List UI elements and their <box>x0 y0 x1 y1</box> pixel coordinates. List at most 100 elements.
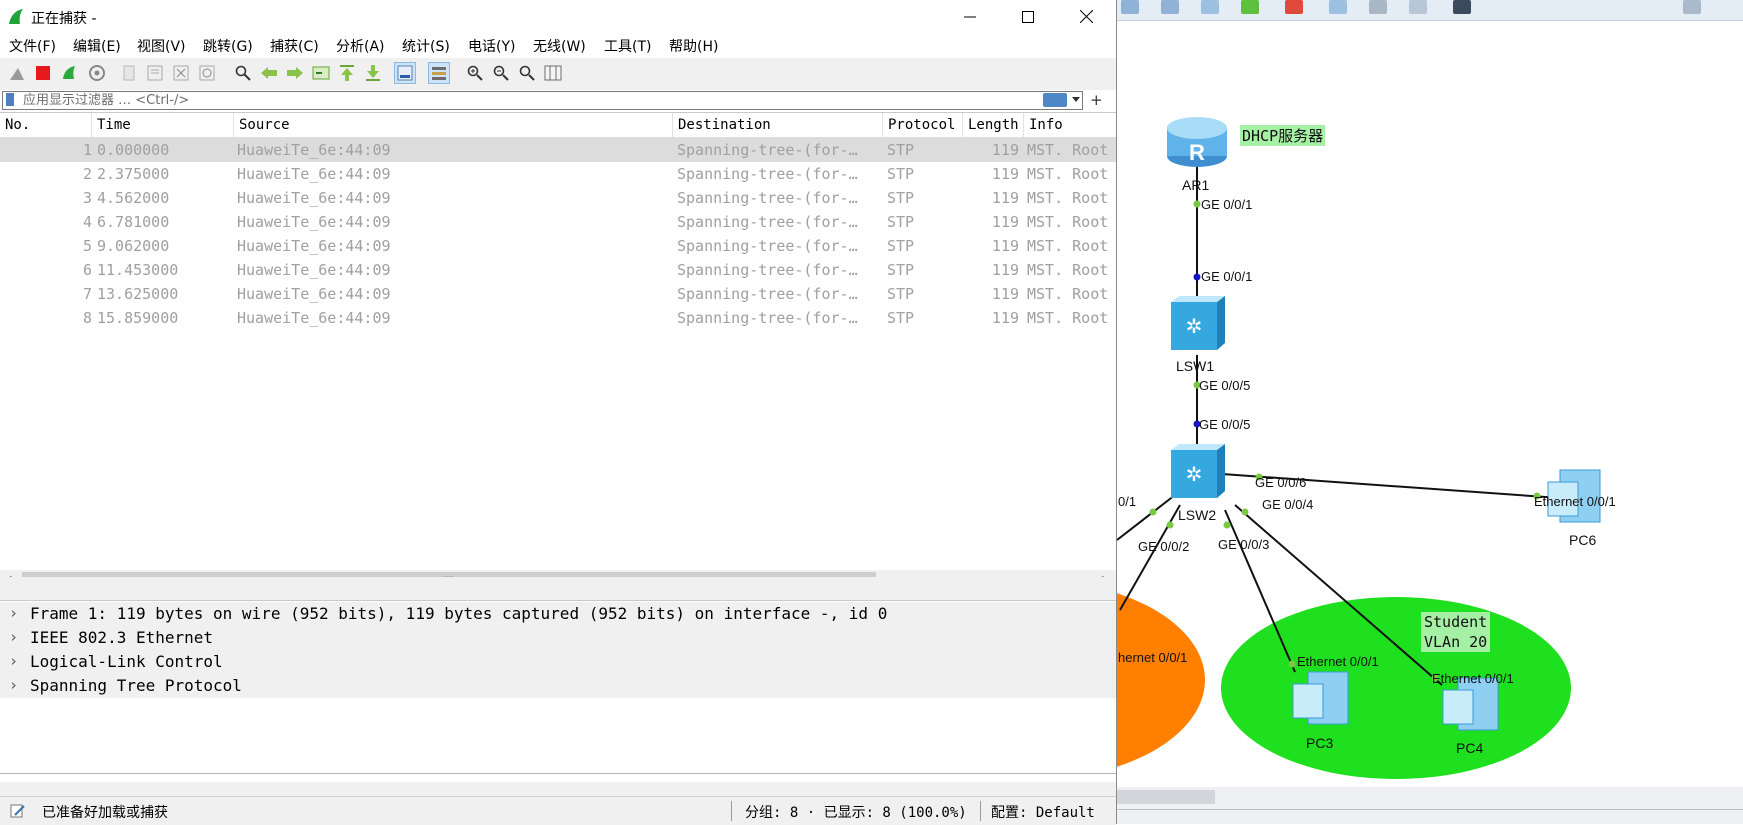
packet-row[interactable]: 4 6.781000 HuaweiTe_6e:44:09 Spanning-tr… <box>0 210 1116 234</box>
capture-options-icon[interactable] <box>86 62 108 84</box>
profile-text[interactable]: 配置: Default <box>991 802 1095 822</box>
menu-tools[interactable]: 工具(T) <box>604 36 651 56</box>
go-back-icon[interactable] <box>258 62 280 84</box>
packet-bytes-pane <box>0 773 1116 797</box>
menu-statistics[interactable]: 统计(S) <box>402 36 450 56</box>
menu-go[interactable]: 跳转(G) <box>203 36 253 56</box>
port-label: GE 0/0/6 <box>1255 475 1307 490</box>
detail-tree-item[interactable]: › Frame 1: 119 bytes on wire (952 bits),… <box>0 602 1116 626</box>
zoom-normal-icon[interactable] <box>516 62 538 84</box>
scroll-grip[interactable] <box>443 576 454 577</box>
shark-fin-icon[interactable] <box>6 62 28 84</box>
packet-list: No. Time Source Destination Protocol Len… <box>0 113 1116 577</box>
close-file-icon[interactable] <box>170 62 192 84</box>
minimize-button[interactable] <box>941 0 999 33</box>
autoscroll-icon[interactable] <box>394 62 416 84</box>
cell-length: 119 <box>991 165 1019 183</box>
packet-row[interactable]: 7 13.625000 HuaweiTe_6e:44:09 Spanning-t… <box>0 282 1116 306</box>
packet-list-horizontal-scrollbar[interactable]: ‹ › <box>0 570 1116 577</box>
cell-info: MST. Root <box>1027 285 1109 303</box>
column-header-no[interactable]: No. <box>0 113 92 137</box>
cell-destination: Spanning-tree-(for-… <box>677 309 858 327</box>
switch-lsw2-icon[interactable]: ✲ <box>1171 444 1225 498</box>
switch-lsw1-icon[interactable]: ✲ <box>1171 296 1225 350</box>
find-packet-icon[interactable] <box>232 62 254 84</box>
detail-tree-item[interactable]: › Spanning Tree Protocol <box>0 674 1116 698</box>
packet-row[interactable]: 2 2.375000 HuaweiTe_6e:44:09 Spanning-tr… <box>0 162 1116 186</box>
packet-row[interactable]: 6 11.453000 HuaweiTe_6e:44:09 Spanning-t… <box>0 258 1116 282</box>
cell-time: 4.562000 <box>97 189 170 207</box>
scroll-thumb[interactable] <box>1117 790 1215 804</box>
menu-file[interactable]: 文件(F) <box>9 36 56 56</box>
go-to-packet-icon[interactable] <box>310 62 332 84</box>
vlan-note-line: VLAn 20 <box>1424 633 1488 651</box>
port-up <box>1223 521 1231 529</box>
expand-chevron-icon[interactable]: › <box>9 676 18 694</box>
open-file-icon[interactable] <box>118 62 140 84</box>
add-filter-button-icon[interactable]: + <box>1090 91 1103 109</box>
router-ar1-icon[interactable]: R <box>1167 117 1227 167</box>
maximize-icon <box>1022 10 1034 23</box>
cell-info: MST. Root <box>1027 237 1109 255</box>
expand-chevron-icon[interactable]: › <box>9 628 18 646</box>
divider <box>980 801 981 821</box>
cell-source: HuaweiTe_6e:44:09 <box>237 309 391 327</box>
cell-time: 2.375000 <box>97 165 170 183</box>
column-header-time[interactable]: Time <box>92 113 234 137</box>
maximize-button[interactable] <box>999 0 1057 33</box>
reload-icon[interactable] <box>196 62 218 84</box>
device-label-pc6: PC6 <box>1569 532 1597 548</box>
zoom-out-icon[interactable] <box>490 62 512 84</box>
scroll-right-arrow-icon[interactable]: › <box>1101 571 1107 577</box>
display-filter-input[interactable]: 应用显示过滤器 … <Ctrl-/> <box>2 91 1083 110</box>
cell-no: 2 <box>82 165 92 183</box>
detail-tree-item[interactable]: › IEEE 802.3 Ethernet <box>0 626 1116 650</box>
expand-chevron-icon[interactable]: › <box>9 604 18 622</box>
expert-info-icon[interactable] <box>10 803 26 819</box>
go-forward-icon[interactable] <box>284 62 306 84</box>
menu-telephony[interactable]: 电话(Y) <box>468 36 515 56</box>
cell-info: MST. Root <box>1027 141 1109 159</box>
menu-capture[interactable]: 捕获(C) <box>270 36 319 56</box>
port-label: GE 0/0/4 <box>1262 497 1314 512</box>
packet-row[interactable]: 8 15.859000 HuaweiTe_6e:44:09 Spanning-t… <box>0 306 1116 330</box>
restart-capture-icon[interactable] <box>58 62 80 84</box>
zoom-in-icon[interactable] <box>464 62 486 84</box>
colorize-icon[interactable] <box>428 62 450 84</box>
title-bar[interactable]: 正在捕获 - <box>0 0 1116 33</box>
bytes-scrollbar[interactable] <box>0 782 1116 796</box>
scroll-left-arrow-icon[interactable]: ‹ <box>7 571 13 577</box>
cell-protocol: STP <box>887 189 915 207</box>
cell-source: HuaweiTe_6e:44:09 <box>237 237 391 255</box>
go-first-icon[interactable] <box>336 62 358 84</box>
column-header-source[interactable]: Source <box>234 113 673 137</box>
packet-row[interactable]: 1 0.000000 HuaweiTe_6e:44:09 Spanning-tr… <box>0 138 1116 162</box>
close-button[interactable] <box>1057 0 1115 33</box>
apply-filter-arrow-icon[interactable] <box>1043 93 1067 107</box>
stop-capture-icon[interactable] <box>32 62 54 84</box>
cell-source: HuaweiTe_6e:44:09 <box>237 285 391 303</box>
menu-view[interactable]: 视图(V) <box>137 36 186 56</box>
packet-row[interactable]: 5 9.062000 HuaweiTe_6e:44:09 Spanning-tr… <box>0 234 1116 258</box>
go-last-icon[interactable] <box>362 62 384 84</box>
column-header-protocol[interactable]: Protocol <box>883 113 963 137</box>
column-header-destination[interactable]: Destination <box>673 113 883 137</box>
column-header-info[interactable]: Info <box>1024 113 1116 137</box>
menu-help[interactable]: 帮助(H) <box>669 36 718 56</box>
divider <box>731 801 732 821</box>
main-toolbar <box>0 58 1116 91</box>
menu-edit[interactable]: 编辑(E) <box>73 36 121 56</box>
packet-row[interactable]: 3 4.562000 HuaweiTe_6e:44:09 Spanning-tr… <box>0 186 1116 210</box>
bookmark-icon[interactable] <box>6 93 14 106</box>
resize-columns-icon[interactable] <box>542 62 564 84</box>
canvas-horizontal-scrollbar[interactable] <box>1117 787 1743 824</box>
dhcp-server-label: DHCP服务器 <box>1240 125 1326 146</box>
save-file-icon[interactable] <box>144 62 166 84</box>
filter-history-dropdown-icon[interactable] <box>1072 97 1080 102</box>
menu-wireless[interactable]: 无线(W) <box>533 36 586 56</box>
menu-analyze[interactable]: 分析(A) <box>336 36 385 56</box>
column-header-length[interactable]: Length <box>963 113 1024 137</box>
expand-chevron-icon[interactable]: › <box>9 652 18 670</box>
cell-time: 13.625000 <box>97 285 179 303</box>
detail-tree-item[interactable]: › Logical-Link Control <box>0 650 1116 674</box>
